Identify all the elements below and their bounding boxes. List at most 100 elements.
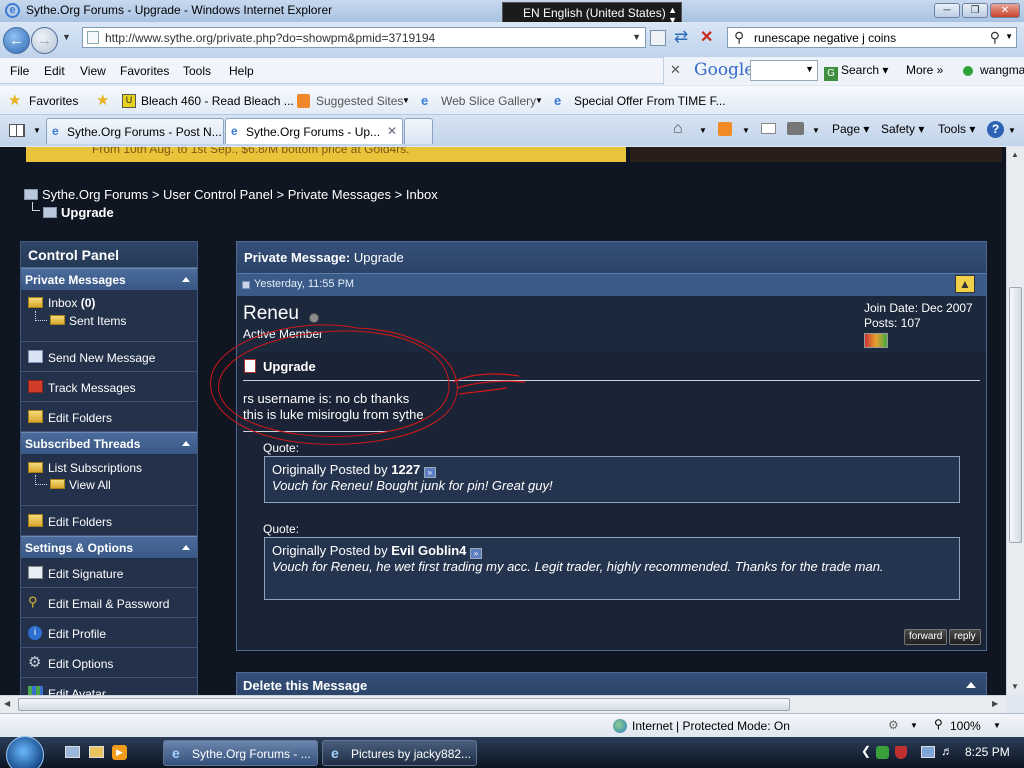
help-icon[interactable]: ?	[987, 121, 1004, 138]
close-icon[interactable]: ✕	[670, 62, 681, 78]
quick-tabs-icon[interactable]	[9, 124, 25, 137]
scroll-right-icon[interactable]: ▶	[992, 699, 998, 708]
chevron-down-icon[interactable]: ▼	[33, 126, 41, 135]
section-private-messages[interactable]: Private Messages	[21, 268, 197, 290]
close-tab-icon[interactable]: ✕	[387, 124, 397, 138]
sidebar-item-view-all[interactable]: View All	[69, 478, 111, 492]
breadcrumb-home[interactable]: Sythe.Org Forums	[42, 187, 148, 202]
zone-status[interactable]: Internet | Protected Mode: On	[632, 719, 790, 733]
view-post-icon[interactable]: »	[423, 467, 436, 478]
explorer-icon[interactable]	[89, 746, 104, 758]
sidebar-item-send-new[interactable]: Send New Message	[21, 342, 197, 372]
chevron-down-icon[interactable]: ▼	[1008, 126, 1016, 135]
search-box[interactable]: ⚲ runescape negative j coins ⚲ ▼	[727, 27, 1017, 48]
sidebar-item-sent-items[interactable]: Sent Items	[69, 314, 126, 328]
sidebar-item-edit-options[interactable]: ⚙ Edit Options	[21, 648, 197, 678]
taskbar-item-ie[interactable]: e Sythe.Org Forums - ...	[163, 740, 318, 766]
forward-button[interactable]: →	[31, 27, 58, 54]
tray-clock[interactable]: 8:25 PM	[965, 745, 1010, 759]
chevron-down-icon[interactable]: ▼	[812, 126, 820, 135]
taskbar-item-pictures[interactable]: e Pictures by jacky882...	[322, 740, 477, 766]
chevron-down-icon[interactable]: ▼	[402, 96, 410, 105]
view-post-icon[interactable]: »	[470, 548, 482, 559]
breadcrumb-inbox[interactable]: Inbox	[406, 187, 438, 202]
inbox-label[interactable]: Inbox	[48, 296, 77, 310]
sidebar-item-track[interactable]: Track Messages	[21, 372, 197, 402]
add-favorite-icon[interactable]: ★	[96, 91, 109, 109]
scroll-thumb[interactable]	[1009, 287, 1022, 543]
sidebar-item-edit-signature[interactable]: Edit Signature	[21, 558, 197, 588]
scroll-left-icon[interactable]: ◀	[4, 699, 10, 708]
scroll-up-icon[interactable]: ▲	[1011, 150, 1019, 159]
chevron-down-icon[interactable]: ▼	[535, 96, 543, 105]
menu-favorites[interactable]: Favorites	[120, 64, 169, 78]
media-player-icon[interactable]: ▶	[112, 745, 127, 760]
tray-expand-icon[interactable]: ❮	[861, 744, 871, 758]
refresh-icon[interactable]: ⇄	[674, 27, 688, 47]
tab-upgrade[interactable]: e Sythe.Org Forums - Up... ✕	[225, 118, 403, 144]
tray-network-icon[interactable]	[921, 746, 935, 758]
menu-file[interactable]: File	[10, 64, 29, 78]
tray-shield-icon[interactable]	[895, 746, 907, 759]
tools-menu[interactable]: Tools ▾	[938, 122, 975, 136]
reply-button[interactable]: reply	[949, 629, 981, 645]
restore-button[interactable]: ❐	[962, 3, 988, 18]
menu-tools[interactable]: Tools	[183, 64, 211, 78]
google-search-input[interactable]: ▼	[750, 60, 818, 81]
zoom-level[interactable]: 100%	[950, 719, 981, 733]
quote-author[interactable]: 1227	[391, 462, 420, 477]
ad-banner[interactable]: From 10th Aug. to 1st Sep., $6.8/M botto…	[26, 147, 626, 162]
chevron-down-icon[interactable]: ▼	[993, 721, 1001, 730]
menu-edit[interactable]: Edit	[44, 64, 65, 78]
history-dropdown-icon[interactable]: ▼	[62, 32, 71, 42]
safety-menu[interactable]: Safety ▾	[881, 122, 924, 136]
google-search-button[interactable]: G Search ▾	[824, 63, 888, 81]
protected-mode-icon[interactable]: ⚙	[888, 718, 899, 732]
chevron-down-icon[interactable]: ▼	[632, 32, 641, 42]
chevron-down-icon[interactable]: ▼	[742, 126, 750, 135]
collapse-icon[interactable]	[966, 682, 976, 688]
menu-view[interactable]: View	[80, 64, 106, 78]
delete-message-header[interactable]: Delete this Message	[236, 672, 987, 695]
language-bar[interactable]: EN English (United States) ▲ ▼	[502, 2, 682, 25]
tab-post-new[interactable]: e Sythe.Org Forums - Post N...	[46, 118, 224, 144]
forward-button[interactable]: forward	[904, 629, 948, 645]
google-user[interactable]: wangma	[980, 63, 1024, 77]
google-more-button[interactable]: More »	[906, 63, 943, 77]
home-icon[interactable]: ⌂	[673, 120, 683, 138]
section-subscribed-threads[interactable]: Subscribed Threads	[21, 432, 197, 454]
tray-volume-icon[interactable]: ♬	[941, 744, 953, 758]
stop-icon[interactable]: ✕	[700, 27, 713, 47]
chevron-down-icon[interactable]: ▼	[699, 126, 707, 135]
menu-help[interactable]: Help	[229, 64, 254, 78]
search-go-icon[interactable]: ⚲	[990, 29, 1000, 46]
section-settings-options[interactable]: Settings & Options	[21, 536, 197, 558]
search-input[interactable]: runescape negative j coins	[754, 31, 896, 45]
breadcrumb-ucp[interactable]: User Control Panel	[163, 187, 273, 202]
show-desktop-icon[interactable]	[65, 746, 80, 758]
start-button[interactable]	[6, 736, 44, 768]
scroll-thumb[interactable]	[18, 698, 790, 711]
compat-view-icon[interactable]	[650, 30, 666, 46]
report-icon[interactable]: ▲	[955, 275, 975, 293]
favorite-suggested-sites[interactable]: Suggested Sites	[316, 94, 403, 108]
favorite-special-offer[interactable]: Special Offer From TIME F...	[574, 94, 726, 108]
print-icon[interactable]	[787, 122, 804, 135]
page-menu[interactable]: Page ▾	[832, 122, 869, 136]
chevron-down-icon[interactable]: ▼	[1005, 32, 1013, 41]
favorite-web-slice-gallery[interactable]: Web Slice Gallery	[441, 94, 536, 108]
back-button[interactable]: ←	[3, 27, 30, 54]
close-button[interactable]: ✕	[990, 3, 1020, 18]
read-mail-icon[interactable]	[761, 123, 776, 134]
vertical-scrollbar[interactable]: ▲ ▼	[1006, 147, 1024, 695]
sidebar-item-edit-folders[interactable]: Edit Folders	[21, 402, 197, 432]
horizontal-scrollbar[interactable]: ◀ ▶	[0, 695, 1006, 713]
favorites-button[interactable]: Favorites	[29, 94, 78, 108]
sidebar-item-edit-avatar[interactable]: Edit Avatar	[21, 678, 197, 695]
favorite-bleach[interactable]: Bleach 460 - Read Bleach ...	[141, 94, 294, 108]
sidebar-item-inbox[interactable]: Inbox (0) Sent Items	[21, 290, 197, 342]
sidebar-item-edit-email-password[interactable]: ⚲ Edit Email & Password	[21, 588, 197, 618]
tray-security-icon[interactable]	[876, 746, 889, 759]
address-bar[interactable]: http://www.sythe.org/private.php?do=show…	[82, 27, 646, 48]
quote-author[interactable]: Evil Goblin4	[391, 543, 466, 558]
